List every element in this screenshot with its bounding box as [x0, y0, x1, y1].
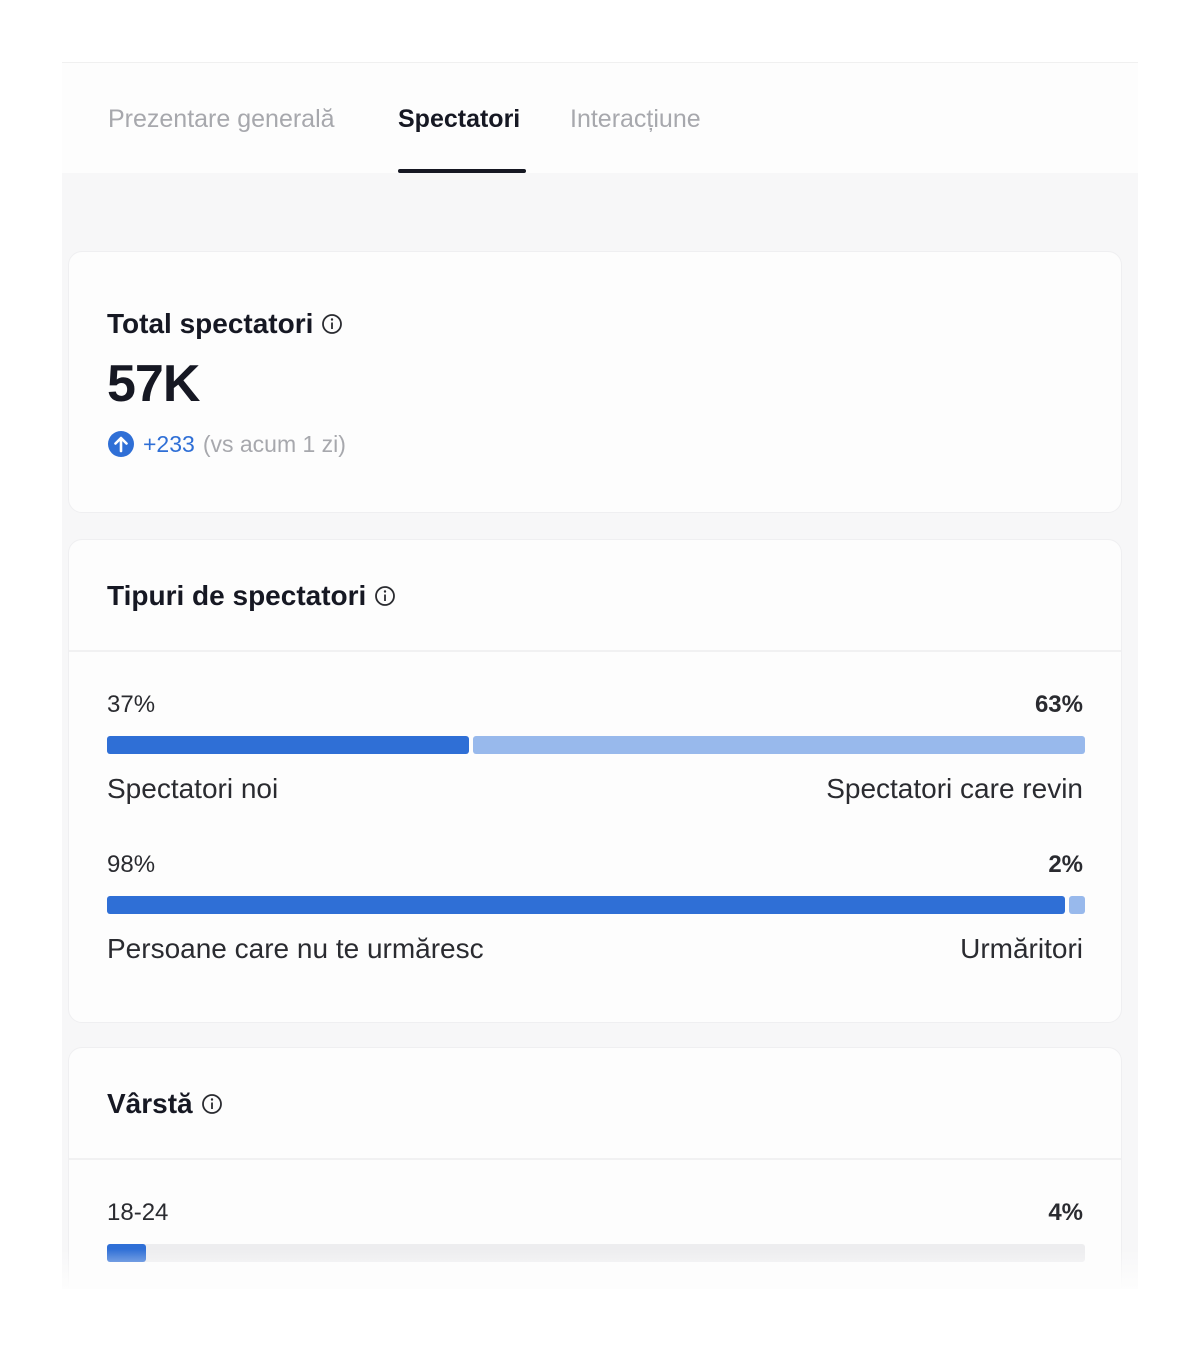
new-vs-returning-bar — [107, 736, 1085, 754]
arrow-up-circle-icon — [108, 431, 134, 457]
info-icon[interactable] — [321, 313, 343, 335]
returning-viewers-percent: 63% — [1034, 691, 1083, 718]
followers-percent: 2% — [1048, 851, 1083, 878]
age-title-row: Vârstă — [107, 1086, 223, 1122]
card-divider — [69, 650, 1121, 652]
age-range-percent: 4% — [1048, 1199, 1083, 1226]
card-divider — [69, 1158, 1121, 1160]
analytics-panel: Prezentare generală Spectatori Interacți… — [62, 62, 1138, 1289]
non-followers-segment — [107, 896, 1065, 914]
age-range-label: 18-24 — [107, 1199, 169, 1226]
total-viewers-title: Total spectatori — [107, 308, 314, 339]
new-viewers-label: Spectatori noi — [107, 773, 279, 804]
info-icon[interactable] — [374, 585, 396, 607]
tab-bar: Prezentare generală Spectatori Interacți… — [62, 63, 1138, 173]
tab-overview[interactable]: Prezentare generală — [108, 101, 335, 137]
total-viewers-card: Total spectatori 57K +233 (vs acum 1 zi) — [68, 251, 1122, 513]
viewer-types-title: Tipuri de spectatori — [107, 580, 367, 611]
followers-label: Urmăritori — [960, 933, 1083, 964]
total-viewers-title-row: Total spectatori — [107, 306, 343, 342]
info-icon[interactable] — [201, 1093, 223, 1115]
new-viewers-segment — [107, 736, 469, 754]
delta-value: +233 — [143, 430, 195, 457]
returning-viewers-label: Spectatori care revin — [826, 773, 1083, 804]
total-viewers-value: 57K — [107, 355, 200, 413]
bottom-fade — [62, 1249, 1138, 1289]
total-viewers-delta: +233 (vs acum 1 zi) — [107, 430, 346, 458]
non-followers-percent: 98% — [107, 851, 156, 878]
followers-bar — [107, 896, 1085, 914]
age-title: Vârstă — [107, 1088, 193, 1119]
active-tab-indicator — [398, 169, 526, 173]
viewer-types-title-row: Tipuri de spectatori — [107, 578, 396, 614]
tab-engagement[interactable]: Interacțiune — [570, 101, 701, 137]
non-followers-label: Persoane care nu te urmăresc — [107, 933, 484, 964]
returning-viewers-segment — [473, 736, 1085, 754]
delta-note: (vs acum 1 zi) — [202, 430, 346, 457]
viewer-types-card: Tipuri de spectatori 37% 63% Spectatori … — [68, 539, 1122, 1023]
new-viewers-percent: 37% — [107, 691, 156, 718]
tab-viewers[interactable]: Spectatori — [398, 101, 520, 137]
followers-segment — [1069, 896, 1085, 914]
